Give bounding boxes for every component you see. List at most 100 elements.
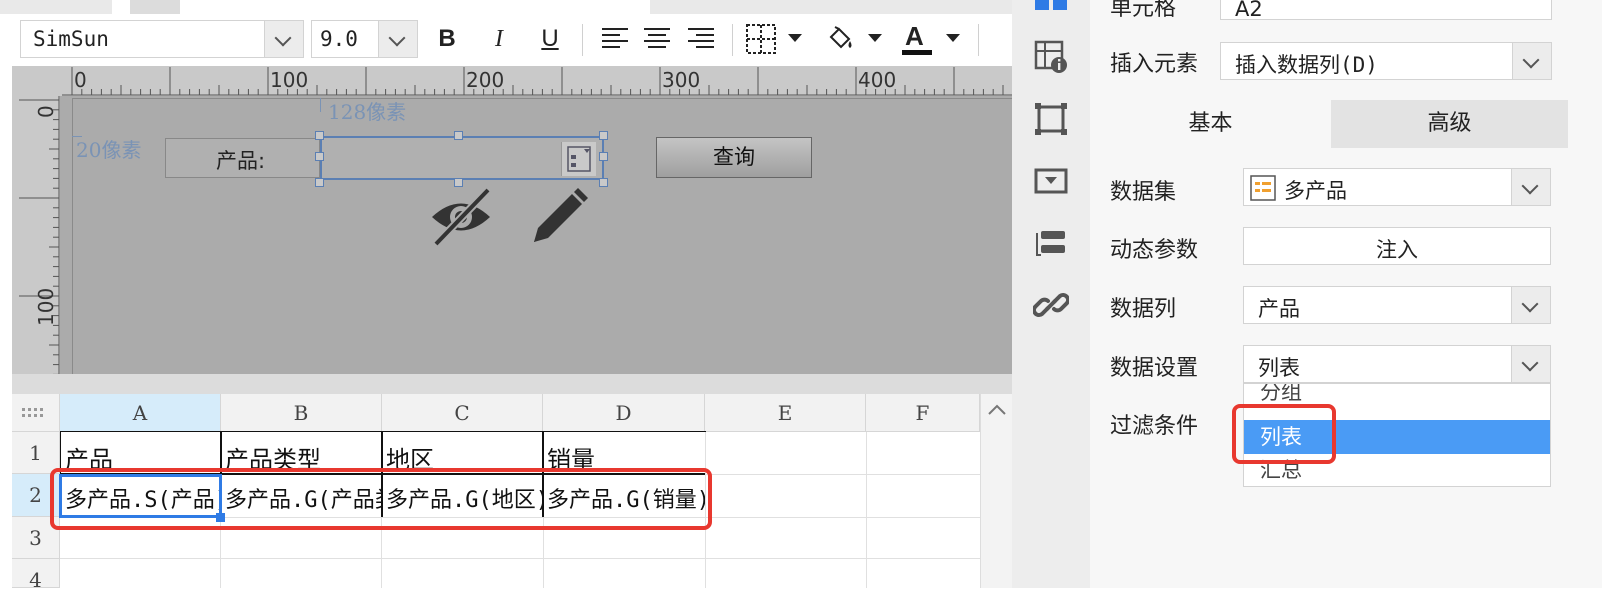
column-header[interactable]: F bbox=[866, 394, 980, 432]
ruler-label: 200 bbox=[466, 68, 505, 92]
chevron-down-icon[interactable] bbox=[264, 21, 303, 57]
align-center-icon bbox=[644, 28, 670, 48]
dropdown-widget-icon[interactable] bbox=[1030, 160, 1072, 202]
grid-splitter[interactable] bbox=[12, 374, 1012, 394]
data-column-select[interactable]: 产品 bbox=[1243, 286, 1551, 324]
highlight-annotation bbox=[50, 468, 712, 530]
cell-property-icon[interactable] bbox=[1030, 0, 1072, 12]
eye-slash-icon[interactable] bbox=[428, 186, 494, 248]
toolbar: SimSun 9.0 B I U A bbox=[0, 0, 1040, 66]
data-setting-label: 数据设置 bbox=[1110, 356, 1199, 381]
column-header[interactable]: D bbox=[543, 394, 705, 432]
pencil-icon[interactable] bbox=[528, 186, 590, 248]
select-all-corner[interactable] bbox=[12, 394, 60, 432]
caret-down-icon bbox=[946, 34, 960, 42]
width-guide-label: 128像素 bbox=[328, 100, 407, 124]
chevron-down-icon[interactable] bbox=[1511, 346, 1550, 382]
resize-handle[interactable] bbox=[315, 152, 324, 161]
resize-handle[interactable] bbox=[599, 131, 608, 140]
paint-bucket-icon bbox=[829, 26, 852, 49]
margin-guide bbox=[72, 98, 1012, 99]
border-dropdown[interactable] bbox=[780, 22, 810, 56]
svg-text:A: A bbox=[905, 21, 924, 51]
bold-button[interactable]: B bbox=[430, 22, 464, 56]
guide-line bbox=[72, 136, 82, 137]
align-left-icon bbox=[602, 28, 628, 48]
font-family-select[interactable]: SimSun bbox=[20, 20, 304, 58]
align-right-button[interactable] bbox=[684, 22, 718, 56]
italic-button[interactable]: I bbox=[482, 22, 516, 56]
inject-button[interactable]: 注入 bbox=[1243, 227, 1551, 265]
dataset-label: 数据集 bbox=[1110, 180, 1177, 205]
resize-handle[interactable] bbox=[599, 178, 608, 187]
font-size-value: 9.0 bbox=[320, 27, 358, 51]
product-label-widget[interactable]: 产品: bbox=[165, 138, 320, 178]
chevron-down-icon[interactable] bbox=[1511, 169, 1550, 205]
inject-button-label: 注入 bbox=[1376, 238, 1418, 262]
dataset-icon bbox=[1250, 175, 1276, 201]
dynamic-param-label: 动态参数 bbox=[1110, 238, 1199, 263]
resize-handle[interactable] bbox=[315, 131, 324, 140]
resize-handle[interactable] bbox=[315, 178, 324, 187]
fill-color-dropdown[interactable] bbox=[860, 22, 890, 56]
resize-handle[interactable] bbox=[454, 131, 463, 140]
data-setting-select[interactable]: 列表 bbox=[1243, 345, 1551, 383]
border-button[interactable] bbox=[744, 22, 778, 56]
row-header[interactable]: 4 bbox=[12, 559, 60, 592]
dropdown-tree-icon[interactable] bbox=[561, 142, 596, 176]
caret-down-icon bbox=[868, 34, 882, 42]
font-color-button[interactable]: A bbox=[900, 21, 934, 56]
caret-down-icon bbox=[788, 34, 802, 42]
font-size-select[interactable]: 9.0 bbox=[311, 20, 418, 58]
insert-element-select[interactable]: 插入数据列(D) bbox=[1220, 42, 1552, 80]
italic-icon: I bbox=[495, 25, 503, 52]
column-header[interactable]: B bbox=[221, 394, 382, 432]
form-list-icon[interactable] bbox=[1030, 222, 1072, 264]
tab-advanced[interactable]: 高级 bbox=[1331, 100, 1568, 148]
sheet-tab[interactable] bbox=[0, 0, 112, 14]
column-header[interactable]: C bbox=[382, 394, 543, 432]
data-column-value: 产品 bbox=[1258, 297, 1300, 321]
column-header[interactable]: A bbox=[60, 394, 221, 432]
column-header[interactable]: E bbox=[705, 394, 866, 432]
align-center-button[interactable] bbox=[640, 22, 674, 56]
cell-name-input[interactable]: A2 bbox=[1220, 0, 1552, 21]
widget-frame-icon[interactable] bbox=[1030, 98, 1072, 140]
tab-strip-filler bbox=[650, 0, 1012, 14]
ruler-label: 0 bbox=[74, 68, 87, 92]
vertical-ruler: 0 100 bbox=[12, 96, 60, 374]
insert-element-label: 插入元素 bbox=[1110, 52, 1199, 77]
chevron-down-icon[interactable] bbox=[1512, 43, 1551, 79]
chevron-down-icon[interactable] bbox=[1511, 287, 1550, 323]
underline-button[interactable]: U bbox=[533, 22, 567, 56]
dataset-select[interactable]: 多产品 bbox=[1243, 168, 1551, 206]
tab-basic[interactable]: 基本 bbox=[1090, 100, 1331, 148]
dataset-value: 多产品 bbox=[1284, 179, 1347, 203]
fill-color-button[interactable] bbox=[822, 22, 856, 56]
font-color-dropdown[interactable] bbox=[938, 22, 968, 56]
product-label-text: 产品: bbox=[216, 149, 266, 173]
link-icon[interactable] bbox=[1030, 284, 1072, 326]
resize-handle[interactable] bbox=[599, 152, 608, 161]
panel-edge bbox=[1568, 0, 1602, 588]
ruler-label: 0 bbox=[34, 105, 58, 118]
font-family-value: SimSun bbox=[33, 27, 109, 51]
vertical-scrollbar[interactable] bbox=[980, 394, 1012, 588]
row-header[interactable]: 1 bbox=[12, 432, 60, 474]
guide-line bbox=[320, 98, 321, 112]
data-setting-value: 列表 bbox=[1258, 356, 1300, 380]
left-guide-label: 20像素 bbox=[76, 138, 142, 162]
margin-guide bbox=[72, 98, 73, 374]
divider bbox=[732, 24, 733, 56]
chevron-down-icon[interactable] bbox=[378, 21, 417, 57]
product-combo-widget[interactable] bbox=[320, 136, 604, 180]
filter-condition-label: 过滤条件 bbox=[1110, 414, 1199, 439]
grid-line bbox=[705, 474, 980, 475]
query-button[interactable]: 查询 bbox=[656, 137, 812, 178]
grid-line bbox=[866, 432, 867, 588]
chevron-up-icon[interactable] bbox=[981, 394, 1013, 424]
align-right-icon bbox=[688, 28, 714, 48]
sheet-tab[interactable] bbox=[130, 0, 180, 14]
align-left-button[interactable] bbox=[598, 22, 632, 56]
cell-info-icon[interactable] bbox=[1030, 36, 1072, 78]
